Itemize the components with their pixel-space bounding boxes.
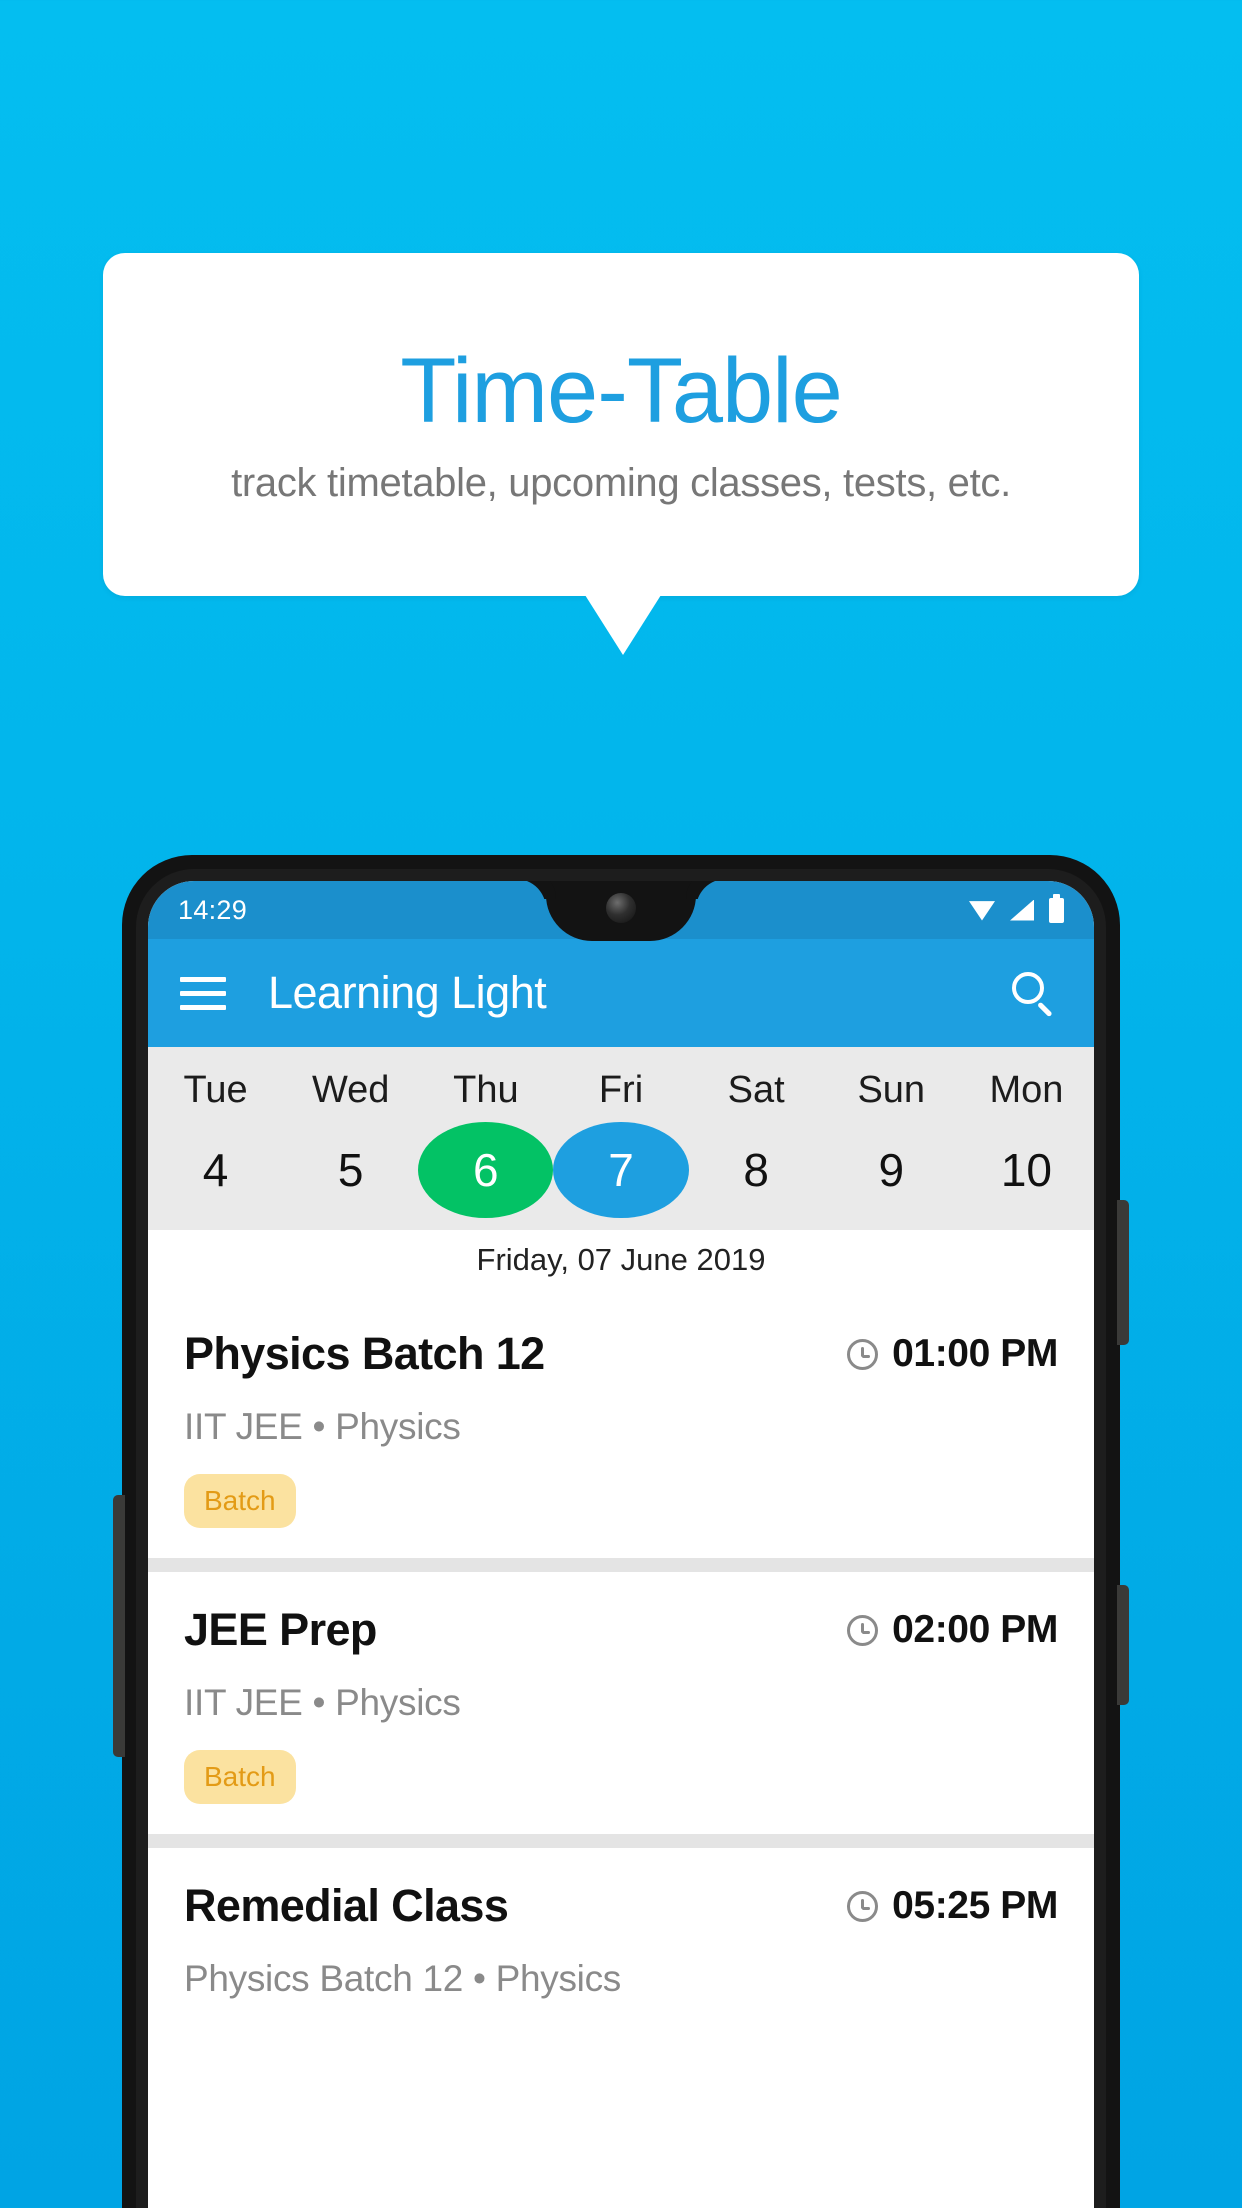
status-bar: 14:29	[148, 881, 1094, 941]
day-cell[interactable]: 7	[553, 1122, 689, 1218]
day-number-row: 4 5 6 7 8 9 10	[148, 1122, 1094, 1218]
event-title: Remedial Class	[184, 1880, 509, 1931]
camera-notch	[546, 881, 696, 941]
day-cell[interactable]: 8	[689, 1122, 824, 1218]
phone-screen: 14:29 Learning Light Tue Wed Thu Fri Sat…	[148, 881, 1094, 2208]
day-of-week-row: Tue Wed Thu Fri Sat Sun Mon	[148, 1061, 1094, 1118]
event-list: Physics Batch 12 01:00 PM IIT JEE • Physic…	[148, 1296, 1094, 2030]
hamburger-bar	[180, 976, 226, 982]
day-number-normal[interactable]: 8	[689, 1122, 824, 1218]
phone-left-volume-button[interactable]	[113, 1495, 125, 1757]
event-card[interactable]: JEE Prep 02:00 PM IIT JEE • Physics Batch	[148, 1572, 1094, 1834]
event-title: JEE Prep	[184, 1604, 377, 1655]
day-of-week-label: Sun	[857, 1069, 926, 1111]
event-time-group: 05:25 PM	[847, 1884, 1058, 1928]
event-time: 01:00 PM	[892, 1332, 1058, 1375]
event-tag-row: Batch	[184, 1724, 1058, 1804]
event-card-header: Remedial Class 05:25 PM	[184, 1880, 1058, 1932]
event-time: 05:25 PM	[892, 1884, 1058, 1927]
event-tag-chip: Batch	[184, 1750, 296, 1804]
day-number-normal[interactable]: 9	[824, 1122, 959, 1218]
promo-title: Time-Table	[400, 339, 843, 442]
event-subtitle: Physics Batch 12 • Physics	[184, 1958, 621, 1999]
event-card-header: Physics Batch 12 01:00 PM	[184, 1328, 1058, 1380]
day-cell[interactable]: 6	[418, 1122, 554, 1218]
clock-icon	[847, 1614, 879, 1646]
day-number-normal[interactable]: 5	[283, 1122, 418, 1218]
event-subtitle: IIT JEE • Physics	[184, 1682, 461, 1723]
event-time-group: 02:00 PM	[847, 1608, 1058, 1652]
day-cell[interactable]: 9	[824, 1122, 959, 1218]
phone-mockup: 14:29 Learning Light Tue Wed Thu Fri Sat…	[113, 855, 1129, 2208]
signal-icon	[1010, 899, 1034, 921]
event-tag-row: Batch	[184, 1448, 1058, 1528]
front-camera-icon	[606, 893, 636, 923]
phone-right-volume-button[interactable]	[1117, 1585, 1129, 1705]
week-date-strip: Tue Wed Thu Fri Sat Sun Mon 4 5 6 7 8 9 10	[148, 1047, 1094, 1230]
clock-icon	[847, 1338, 879, 1370]
day-number-selected[interactable]: 7	[553, 1122, 689, 1218]
battery-icon	[1049, 893, 1064, 923]
day-of-week-label: Sat	[727, 1069, 785, 1111]
event-time-group: 01:00 PM	[847, 1332, 1058, 1376]
search-icon[interactable]	[1010, 970, 1056, 1017]
day-number-today[interactable]: 6	[418, 1122, 554, 1218]
app-bar-title: Learning Light	[268, 967, 547, 1018]
event-card[interactable]: Physics Batch 12 01:00 PM IIT JEE • Physic…	[148, 1296, 1094, 1558]
day-of-week-label: Wed	[311, 1069, 390, 1111]
search-icon-handle	[1037, 1001, 1053, 1017]
selected-date-label: Friday, 07 June 2019	[476, 1242, 766, 1277]
hamburger-bar	[180, 990, 226, 996]
day-number-normal[interactable]: 4	[148, 1122, 283, 1218]
day-of-week-label: Tue	[183, 1069, 248, 1111]
event-time: 02:00 PM	[892, 1608, 1058, 1651]
phone-right-power-button[interactable]	[1117, 1200, 1129, 1345]
hamburger-bar	[180, 1004, 226, 1010]
day-cell[interactable]: 4	[148, 1122, 283, 1218]
clock-icon	[847, 1890, 879, 1922]
wifi-icon	[969, 901, 995, 921]
day-of-week-label: Mon	[989, 1069, 1064, 1111]
app-bar: Learning Light	[148, 939, 1094, 1047]
event-card[interactable]: Remedial Class 05:25 PM Physics Batch 12 •…	[148, 1848, 1094, 2030]
hamburger-menu-icon[interactable]	[180, 976, 226, 1010]
status-bar-clock: 14:29	[178, 894, 248, 925]
day-of-week-label: Thu	[453, 1069, 519, 1111]
status-bar-icons	[969, 893, 1064, 923]
event-subtitle: IIT JEE • Physics	[184, 1406, 461, 1447]
event-tag-chip: Batch	[184, 1474, 296, 1528]
promo-callout-bubble: Time-Table track timetable, upcoming cla…	[103, 253, 1139, 596]
event-card-header: JEE Prep 02:00 PM	[184, 1604, 1058, 1656]
promo-subtitle: track timetable, upcoming classes, tests…	[231, 461, 1011, 506]
day-cell[interactable]: 5	[283, 1122, 418, 1218]
day-number-normal[interactable]: 10	[959, 1122, 1094, 1218]
day-of-week-label: Fri	[598, 1069, 644, 1111]
event-title: Physics Batch 12	[184, 1328, 545, 1379]
day-cell[interactable]: 10	[959, 1122, 1094, 1218]
search-icon-ring	[1012, 972, 1044, 1004]
promo-callout-tail	[585, 595, 661, 655]
